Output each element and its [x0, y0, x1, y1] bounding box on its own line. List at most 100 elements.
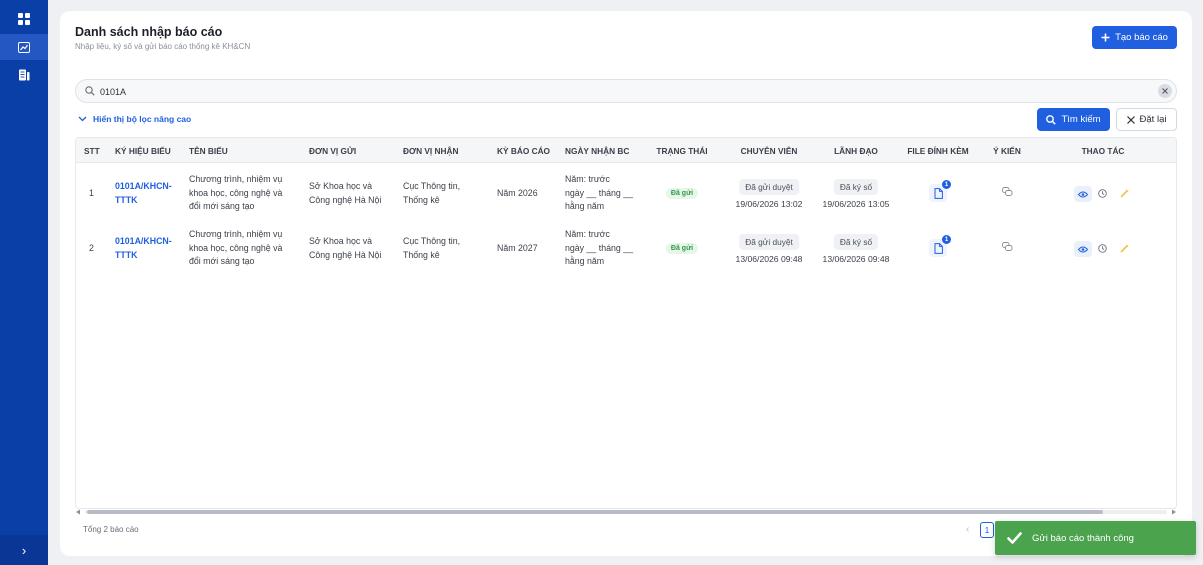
history-button[interactable]	[1098, 189, 1107, 198]
scroll-left-icon[interactable]	[75, 509, 81, 515]
report-table: STT KÝ HIỆU BIỂU TÊN BIỂU ĐƠN VỊ GỬI ĐƠN…	[75, 137, 1177, 509]
close-icon	[1126, 115, 1135, 124]
attachment-count: 1	[942, 235, 951, 244]
leader-time: 13/06/2026 09:48	[822, 254, 890, 264]
table-row: 2 0101A/KHCN- TTTK Chương trình, nhiệm v…	[76, 228, 1176, 283]
pagination-page-1[interactable]: 1	[980, 522, 994, 538]
search-icon	[1046, 114, 1057, 125]
row-name: Chương trình, nhiệm vụ khoa học, công ng…	[189, 229, 283, 266]
header-status: TRẠNG THÁI	[656, 146, 708, 156]
scroll-right-icon[interactable]	[1171, 509, 1177, 515]
clock-icon	[1098, 189, 1107, 198]
horizontal-scrollbar[interactable]	[75, 509, 1177, 515]
comment-button[interactable]	[1002, 242, 1013, 252]
header-receive-date: NGÀY NHẬN BC	[565, 146, 630, 156]
sidebar-item-reports[interactable]	[0, 62, 48, 88]
header-specialist: CHUYÊN VIÊN	[740, 146, 798, 156]
specialist-status: Đã gửi duyệt	[739, 234, 799, 250]
close-icon	[1162, 88, 1168, 94]
comment-icon	[1002, 242, 1013, 251]
page-subtitle: Nhập liệu, ký số và gửi báo cáo thống kê…	[75, 42, 251, 51]
row-receiver: Cục Thông tin, Thống kê	[403, 236, 461, 260]
main-card: Danh sách nhập báo cáo Nhập liệu, ký số …	[60, 11, 1192, 556]
search-icon	[85, 86, 95, 96]
leader-status: Đã ký số	[833, 234, 879, 250]
sidebar-item-dashboard[interactable]	[0, 6, 48, 32]
table-row: 1 0101A/KHCN- TTTK Chương trình, nhiệm v…	[76, 173, 1176, 228]
total-count: Tổng 2 báo cáo	[83, 525, 139, 534]
row-code-link[interactable]: 0101A/KHCN- TTTK	[115, 180, 172, 207]
advanced-filter-label: Hiển thị bộ lọc nâng cao	[93, 114, 192, 124]
header-code: KÝ HIỆU BIỂU	[115, 146, 171, 156]
row-code-link[interactable]: 0101A/KHCN- TTTK	[115, 235, 172, 262]
header-actions: THAO TÁC	[1081, 146, 1125, 156]
header-receiver: ĐƠN VỊ NHẬN	[403, 146, 459, 156]
comment-icon	[1002, 187, 1013, 196]
specialist-time: 19/06/2026 13:02	[735, 199, 803, 209]
header-attachments: FILE ĐÍNH KÈM	[907, 146, 969, 156]
specialist-status: Đã gửi duyệt	[739, 179, 799, 195]
search-button-label: Tìm kiếm	[1061, 114, 1101, 125]
leader-time: 19/06/2026 13:05	[822, 199, 890, 209]
dashboard-icon	[18, 13, 30, 25]
row-receive-date: Năm: trước ngày __ tháng __ hằng năm	[565, 229, 633, 266]
row-stt: 1	[89, 188, 94, 198]
history-button[interactable]	[1098, 244, 1107, 253]
report-icon	[19, 69, 30, 81]
sidebar: ›	[0, 0, 48, 565]
eye-icon	[1078, 191, 1088, 197]
create-report-label: Tạo báo cáo	[1115, 32, 1168, 43]
header-comments: Ý KIẾN	[993, 146, 1021, 156]
create-report-button[interactable]: Tạo báo cáo	[1092, 26, 1177, 49]
clock-icon	[1098, 244, 1107, 253]
row-stt: 2	[89, 243, 94, 253]
search-input[interactable]	[100, 83, 1140, 100]
comment-button[interactable]	[1002, 187, 1013, 197]
attachment-count: 1	[942, 180, 951, 189]
specialist-time: 13/06/2026 09:48	[735, 254, 803, 264]
header-period: KỲ BÁO CÁO	[497, 146, 551, 156]
attachment-button[interactable]: 1	[929, 235, 951, 257]
eye-icon	[1078, 246, 1088, 252]
advanced-filter-toggle[interactable]: Hiển thị bộ lọc nâng cao	[78, 114, 191, 124]
row-receiver: Cục Thông tin, Thống kê	[403, 181, 461, 205]
view-button[interactable]	[1074, 241, 1092, 257]
pagination-prev[interactable]: ‹	[966, 524, 969, 535]
scrollbar-thumb[interactable]	[87, 510, 1103, 514]
page-title: Danh sách nhập báo cáo	[75, 25, 223, 39]
table-header: STT KÝ HIỆU BIỂU TÊN BIỂU ĐƠN VỊ GỬI ĐƠN…	[76, 138, 1176, 163]
search-box	[75, 79, 1177, 103]
edit-button[interactable]	[1120, 244, 1129, 253]
chevron-down-icon	[78, 116, 87, 122]
view-button[interactable]	[1074, 186, 1092, 202]
row-receive-date: Năm: trước ngày __ tháng __ hằng năm	[565, 174, 633, 211]
chart-icon	[18, 41, 30, 53]
sidebar-expand-button[interactable]: ›	[0, 535, 48, 565]
header-leader: LÃNH ĐẠO	[834, 146, 878, 156]
check-icon	[1007, 532, 1022, 544]
header-name: TÊN BIỂU	[189, 146, 228, 156]
success-toast: Gửi báo cáo thành công	[995, 521, 1196, 555]
header-stt: STT	[84, 146, 100, 156]
plus-icon	[1101, 33, 1110, 42]
edit-button[interactable]	[1120, 189, 1129, 198]
reset-button[interactable]: Đặt lại	[1116, 108, 1177, 131]
sidebar-item-statistics[interactable]	[0, 34, 48, 60]
header-sender: ĐƠN VỊ GỬI	[309, 146, 357, 156]
attachment-button[interactable]: 1	[929, 180, 951, 202]
clear-search-button[interactable]	[1158, 84, 1172, 98]
row-period: Năm 2026	[497, 188, 538, 198]
search-button[interactable]: Tìm kiếm	[1037, 108, 1110, 131]
row-period: Năm 2027	[497, 243, 538, 253]
file-icon	[934, 242, 943, 254]
reset-button-label: Đặt lại	[1139, 114, 1167, 125]
pencil-icon	[1120, 244, 1129, 253]
pencil-icon	[1120, 189, 1129, 198]
leader-status: Đã ký số	[833, 179, 879, 195]
status-badge: Đã gửi	[665, 243, 699, 254]
row-name: Chương trình, nhiệm vụ khoa học, công ng…	[189, 174, 283, 211]
file-icon	[934, 187, 943, 199]
status-badge: Đã gửi	[665, 188, 699, 199]
row-sender: Sở Khoa học và Công nghệ Hà Nội	[309, 181, 382, 205]
toast-message: Gửi báo cáo thành công	[1032, 532, 1134, 544]
